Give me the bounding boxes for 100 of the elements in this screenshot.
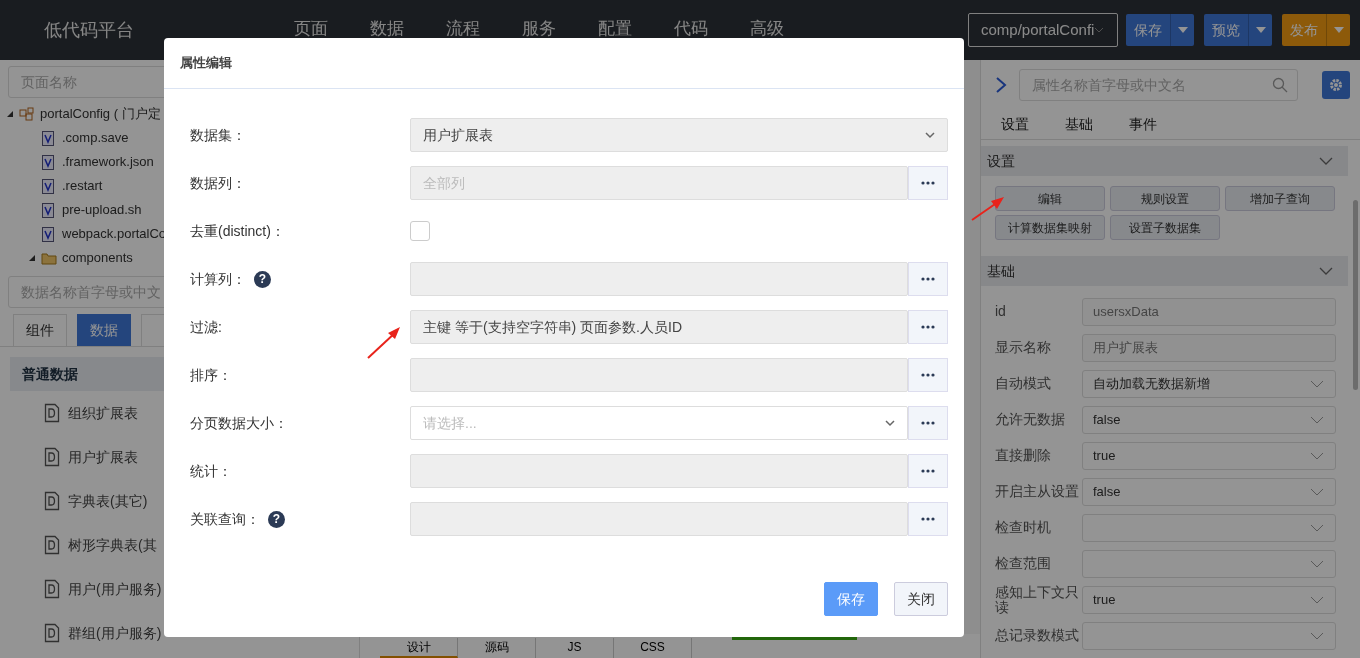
data-item[interactable]: 字典表(其它): [68, 490, 148, 512]
select-field[interactable]: [1082, 550, 1336, 578]
setting-button[interactable]: 编辑: [995, 186, 1105, 211]
more-icon: [921, 421, 935, 425]
more-icon: [921, 325, 935, 329]
more-button[interactable]: [908, 502, 948, 536]
nav-link[interactable]: 页面: [274, 16, 350, 42]
save-button[interactable]: 保存: [824, 582, 878, 616]
select-field[interactable]: [1082, 514, 1336, 542]
chevron-down-icon: [1309, 522, 1325, 534]
select-field[interactable]: [1082, 622, 1336, 650]
tree-item[interactable]: .framework.json: [62, 152, 154, 172]
help-icon[interactable]: ?: [254, 270, 271, 288]
setting-button[interactable]: 设置子数据集: [1110, 215, 1220, 240]
tree-item[interactable]: pre-upload.sh: [62, 200, 142, 220]
checkbox[interactable]: [410, 221, 430, 241]
annotation-arrow: [970, 194, 1006, 222]
file-icon: [41, 154, 57, 170]
dropdown-toggle-button[interactable]: [1170, 14, 1194, 46]
more-button[interactable]: [908, 262, 948, 296]
document-icon: [44, 535, 60, 555]
setting-button[interactable]: 规则设置: [1110, 186, 1220, 211]
input-field[interactable]: [410, 358, 908, 392]
input-field[interactable]: [410, 454, 908, 488]
data-item[interactable]: 群组(用户服务): [68, 622, 162, 644]
property-label: 允许无数据: [995, 412, 1066, 428]
chevron-right-icon[interactable]: [995, 76, 1007, 94]
scrollbar-thumb[interactable]: [1353, 200, 1358, 390]
tree-item[interactable]: portalConfig ( 门户定: [40, 104, 161, 124]
input-field[interactable]: usersxData: [1082, 298, 1336, 326]
chevron-down-icon: [1094, 26, 1105, 34]
nav-link[interactable]: 服务: [502, 16, 578, 42]
chevron-down-icon: [1309, 630, 1325, 642]
tab[interactable]: 数据: [77, 314, 131, 346]
field-label: 关联查询：: [190, 509, 260, 529]
select-field[interactable]: true: [1082, 586, 1336, 614]
tab[interactable]: 基础: [1065, 114, 1093, 135]
data-item[interactable]: 用户扩展表: [68, 446, 138, 468]
tab[interactable]: CSS: [614, 638, 692, 658]
chevron-down-icon: [1309, 594, 1325, 606]
field-label: 过滤:: [190, 317, 222, 337]
tree-item[interactable]: webpack.portalCo: [62, 224, 167, 244]
action-button[interactable]: 保存: [1126, 14, 1170, 46]
document-icon: [44, 491, 60, 511]
document-icon: [44, 403, 60, 423]
select-field[interactable]: false: [1082, 406, 1336, 434]
data-item[interactable]: 树形字典表(其: [68, 534, 157, 556]
property-label: 自动模式: [995, 376, 1052, 392]
property-label: 开启主从设置: [995, 484, 1080, 500]
more-button[interactable]: [908, 166, 948, 200]
field-label: 排序：: [190, 365, 232, 385]
more-button[interactable]: [908, 358, 948, 392]
more-button[interactable]: [908, 454, 948, 488]
nav-link[interactable]: 流程: [426, 16, 502, 42]
select-field[interactable]: 用户扩展表: [410, 118, 948, 152]
input-field[interactable]: [410, 502, 908, 536]
dropdown-toggle-button[interactable]: [1326, 14, 1350, 46]
input-field[interactable]: 主键 等于(支持空字符串) 页面参数.人员ID: [410, 310, 908, 344]
field-label: 分页数据大小：: [190, 413, 288, 433]
input-field[interactable]: [410, 262, 908, 296]
tab[interactable]: 组件: [13, 314, 67, 346]
nav-link[interactable]: 高级: [730, 16, 806, 42]
path-select[interactable]: comp/portalConfi: [968, 13, 1118, 47]
action-button[interactable]: 预览: [1204, 14, 1248, 46]
setting-button[interactable]: 增加子查询: [1225, 186, 1335, 211]
settings-button[interactable]: [1322, 71, 1350, 99]
chevron-down-icon: [1309, 414, 1325, 426]
tab[interactable]: 事件: [1129, 114, 1157, 135]
more-icon: [921, 469, 935, 473]
field-label: 去重(distinct)：: [190, 221, 285, 241]
nav-link[interactable]: 数据: [350, 16, 426, 42]
close-button[interactable]: 关闭: [894, 582, 948, 616]
tree-item[interactable]: components: [62, 248, 133, 268]
data-item[interactable]: 组织扩展表: [68, 402, 138, 424]
select-field[interactable]: true: [1082, 442, 1336, 470]
tab[interactable]: 源码: [458, 638, 536, 658]
tree-item[interactable]: .restart: [62, 176, 103, 196]
help-icon[interactable]: ?: [268, 510, 285, 528]
property-label: id: [995, 304, 1007, 320]
tab[interactable]: 设置: [1001, 114, 1029, 135]
input-field[interactable]: 用户扩展表: [1082, 334, 1336, 362]
section-title: 基础: [987, 261, 1015, 281]
dropdown-toggle-button[interactable]: [1248, 14, 1272, 46]
section-header[interactable]: 设置: [981, 146, 1348, 176]
select-field[interactable]: false: [1082, 478, 1336, 506]
field-label: 数据集：: [190, 125, 246, 145]
more-button[interactable]: [908, 406, 948, 440]
setting-button[interactable]: 计算数据集映射: [995, 215, 1105, 240]
nav-link[interactable]: 配置: [578, 16, 654, 42]
section-header[interactable]: 基础: [981, 256, 1348, 286]
caret-icon: [1255, 27, 1266, 33]
chevron-down-icon: [925, 131, 935, 139]
gear-icon: [1329, 78, 1343, 92]
data-item[interactable]: 用户(用户服务): [68, 578, 162, 600]
file-icon: [41, 226, 57, 242]
tree-item[interactable]: .comp.save: [62, 128, 129, 148]
select-field[interactable]: 自动加载无数据新增: [1082, 370, 1336, 398]
tab[interactable]: JS: [536, 638, 614, 658]
more-button[interactable]: [908, 310, 948, 344]
nav-link[interactable]: 代码: [654, 16, 730, 42]
